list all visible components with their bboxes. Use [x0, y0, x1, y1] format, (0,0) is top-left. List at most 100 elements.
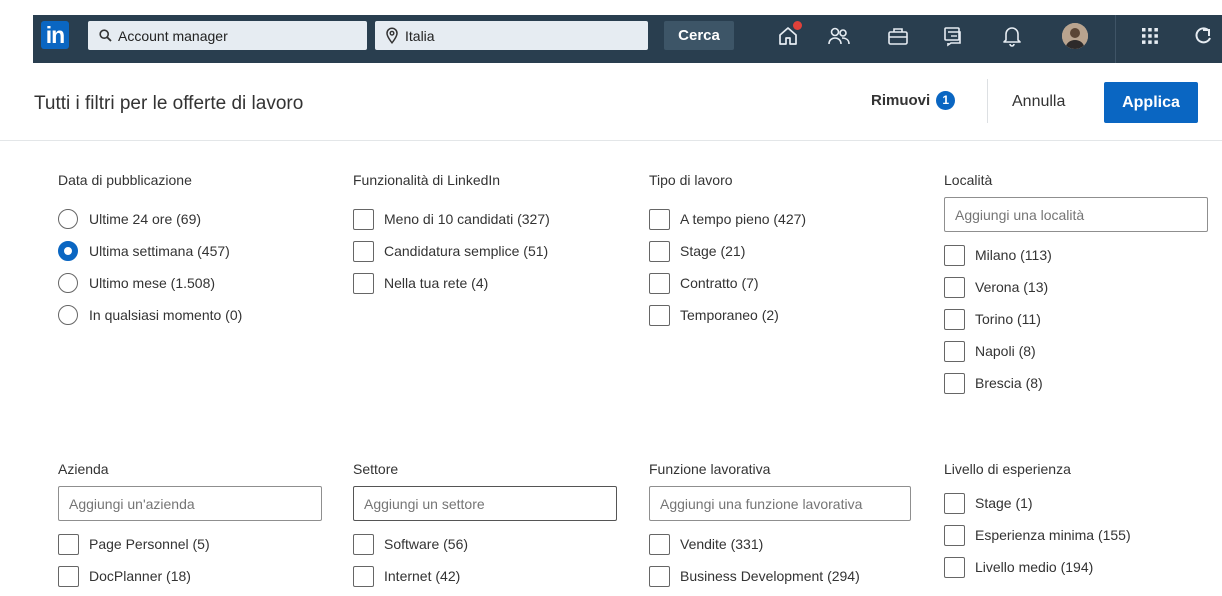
premium-icon[interactable]	[1193, 24, 1213, 48]
option-label: Internet (42)	[384, 568, 461, 584]
filter-group-title: Azienda	[58, 461, 109, 477]
checkbox[interactable]	[353, 533, 374, 555]
radio-button[interactable]	[58, 305, 78, 325]
radio-option[interactable]: Ultima settimana (457)	[58, 235, 328, 267]
radio-button[interactable]	[58, 209, 78, 229]
checkbox-option[interactable]: Esperienza minima (155)	[944, 519, 1214, 551]
location-search-input[interactable]: Italia	[375, 21, 648, 50]
checkbox-option[interactable]: Software (56)	[353, 528, 623, 560]
checkbox[interactable]	[944, 308, 965, 330]
option-label: Ultimo mese (1.508)	[89, 275, 216, 291]
active-filter-count-badge: 1	[936, 91, 956, 110]
checkbox[interactable]	[944, 276, 965, 298]
location-filter-input[interactable]	[944, 197, 1208, 232]
option-label: Software (56)	[384, 536, 469, 552]
checkbox-option[interactable]: Brescia (8)	[944, 367, 1214, 399]
top-nav-bar: in Account manager Italia Cerca	[33, 15, 1222, 63]
filter-group-linkedin-features: Funzionalità di LinkedIn Meno di 10 cand…	[353, 172, 623, 299]
keyword-search-value: Account manager	[118, 27, 228, 44]
industry-filter-input[interactable]	[353, 486, 617, 521]
home-icon[interactable]	[775, 20, 803, 48]
checkbox-option[interactable]: Candidatura semplice (51)	[353, 235, 623, 267]
option-label: Stage (1)	[975, 495, 1033, 511]
option-label: Contratto (7)	[680, 275, 759, 291]
checkbox-option[interactable]: Business Development (294)	[649, 560, 919, 592]
checkbox-option[interactable]: Nella tua rete (4)	[353, 267, 623, 299]
checkbox[interactable]	[944, 524, 965, 546]
option-label: Business Development (294)	[680, 568, 860, 584]
page-title: Tutti i filtri per le offerte di lavoro	[34, 93, 304, 114]
notifications-icon[interactable]	[999, 24, 1025, 48]
network-icon[interactable]	[826, 24, 852, 48]
checkbox[interactable]	[353, 565, 374, 587]
checkbox-option[interactable]: Livello medio (194)	[944, 551, 1214, 583]
avatar[interactable]	[1062, 23, 1088, 49]
radio-option[interactable]: Ultime 24 ore (69)	[58, 203, 328, 235]
checkbox-option[interactable]: Stage (21)	[649, 235, 919, 267]
location-search-value: Italia	[405, 27, 435, 44]
checkbox[interactable]	[353, 208, 374, 230]
checkbox-option[interactable]: Contratto (7)	[649, 267, 919, 299]
checkbox-option[interactable]: Meno di 10 candidati (327)	[353, 203, 623, 235]
checkbox[interactable]	[944, 372, 965, 394]
radio-button[interactable]	[58, 273, 78, 293]
remove-filters-label: Rimuovi	[871, 92, 931, 109]
checkbox[interactable]	[353, 240, 374, 262]
apps-grid-icon[interactable]	[1137, 24, 1163, 48]
option-label: Vendite (331)	[680, 536, 764, 552]
option-label: Verona (13)	[975, 279, 1049, 295]
option-label: Brescia (8)	[975, 375, 1043, 391]
checkbox-option[interactable]: Verona (13)	[944, 271, 1214, 303]
checkbox[interactable]	[944, 492, 965, 514]
filter-group-experience-level: Livello di esperienza Stage (1) Esperien…	[944, 461, 1214, 583]
filter-group-title: Tipo di lavoro	[649, 172, 733, 188]
option-label: Milano (113)	[975, 247, 1052, 263]
checkbox[interactable]	[649, 533, 670, 555]
checkbox[interactable]	[353, 272, 374, 294]
checkbox-option[interactable]: Page Personnel (5)	[58, 528, 328, 560]
checkbox-option[interactable]: A tempo pieno (427)	[649, 203, 919, 235]
nav-divider	[1115, 15, 1116, 63]
radio-option[interactable]: In qualsiasi momento (0)	[58, 299, 328, 331]
cancel-button[interactable]: Annulla	[1012, 93, 1065, 111]
checkbox-option[interactable]: DocPlanner (18)	[58, 560, 328, 592]
company-filter-input[interactable]	[58, 486, 322, 521]
linkedin-logo[interactable]: in	[41, 21, 69, 49]
radio-option[interactable]: Ultimo mese (1.508)	[58, 267, 328, 299]
keyword-search-input[interactable]: Account manager	[88, 21, 367, 50]
filter-group-industry: Settore Software (56) Internet (42)	[353, 461, 623, 592]
apply-button[interactable]: Applica	[1104, 82, 1198, 123]
checkbox[interactable]	[649, 272, 670, 294]
checkbox-option[interactable]: Milano (113)	[944, 239, 1214, 271]
checkbox[interactable]	[649, 208, 670, 230]
checkbox[interactable]	[944, 244, 965, 266]
header-divider	[987, 79, 988, 123]
checkbox[interactable]	[649, 240, 670, 262]
filter-group-title: Funzionalità di LinkedIn	[353, 172, 501, 188]
option-label: Candidatura semplice (51)	[384, 243, 549, 259]
checkbox[interactable]	[944, 340, 965, 362]
search-button[interactable]: Cerca	[664, 21, 734, 50]
job-function-filter-input[interactable]	[649, 486, 911, 521]
option-label: Torino (11)	[975, 311, 1041, 327]
checkbox-option[interactable]: Vendite (331)	[649, 528, 919, 560]
radio-button-selected[interactable]	[58, 241, 78, 261]
checkbox-option[interactable]: Internet (42)	[353, 560, 623, 592]
checkbox[interactable]	[649, 304, 670, 326]
filter-group-title: Settore	[353, 461, 399, 477]
messaging-icon[interactable]	[940, 24, 966, 48]
option-label: Stage (21)	[680, 243, 746, 259]
checkbox[interactable]	[58, 565, 79, 587]
checkbox-option[interactable]: Stage (1)	[944, 487, 1214, 519]
checkbox[interactable]	[58, 533, 79, 555]
remove-filters-button[interactable]: Rimuovi 1	[871, 91, 956, 110]
checkbox[interactable]	[944, 556, 965, 578]
filter-group-date-posted: Data di pubblicazione Ultime 24 ore (69)…	[58, 172, 328, 331]
jobs-icon[interactable]	[885, 24, 911, 48]
checkbox-option[interactable]: Torino (11)	[944, 303, 1214, 335]
checkbox[interactable]	[649, 565, 670, 587]
checkbox-option[interactable]: Temporaneo (2)	[649, 299, 919, 331]
option-label: Nella tua rete (4)	[384, 275, 489, 291]
checkbox-option[interactable]: Napoli (8)	[944, 335, 1214, 367]
option-label: Page Personnel (5)	[89, 536, 210, 552]
